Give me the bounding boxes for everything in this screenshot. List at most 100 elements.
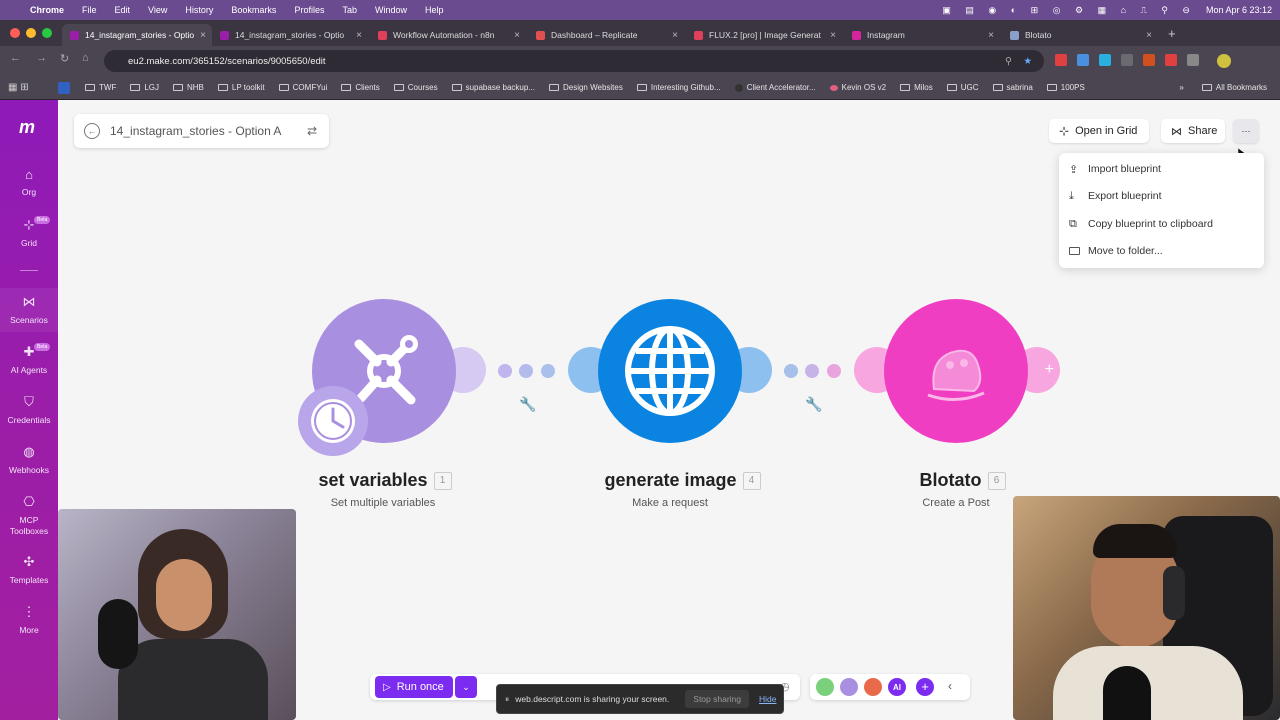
- connection-dot[interactable]: [827, 364, 841, 378]
- menu-item-move-to-folder[interactable]: Move to folder...: [1069, 241, 1163, 261]
- stop-sharing-button[interactable]: Stop sharing: [685, 690, 750, 708]
- close-window-icon[interactable]: [10, 28, 20, 38]
- add-tool-button[interactable]: +: [916, 678, 934, 696]
- maximize-window-icon[interactable]: [42, 28, 52, 38]
- schedule-clock-badge[interactable]: [298, 386, 368, 456]
- bookmark-link[interactable]: Client Accelerator...: [728, 83, 823, 92]
- menu-tab[interactable]: Tab: [333, 5, 366, 15]
- wrench-icon[interactable]: 🔧: [519, 396, 536, 413]
- bookmark-folder[interactable]: supabase backup...: [445, 83, 542, 92]
- make-bookmark-icon[interactable]: [58, 81, 70, 94]
- extension-icon[interactable]: [1099, 54, 1111, 66]
- zoom-icon[interactable]: ⚲: [1005, 56, 1012, 67]
- close-tab-icon[interactable]: ×: [356, 30, 362, 41]
- wrench-icon[interactable]: 🔧: [805, 396, 822, 413]
- home-icon[interactable]: ⌂: [82, 52, 89, 64]
- menu-profiles[interactable]: Profiles: [285, 5, 333, 15]
- back-icon[interactable]: ←: [10, 52, 21, 64]
- sidebar-item-webhooks[interactable]: ◍ Webhooks: [0, 444, 58, 475]
- sidebar-item-credentials[interactable]: ⛉ Credentials: [0, 394, 58, 425]
- menu-item-import-blueprint[interactable]: ⇪ Import blueprint: [1069, 159, 1161, 179]
- menu-edit[interactable]: Edit: [106, 5, 140, 15]
- sidebar-item-org[interactable]: ⌂ Org: [0, 167, 58, 197]
- close-tab-icon[interactable]: ×: [514, 30, 520, 41]
- connection-dot[interactable]: [519, 364, 533, 378]
- bookmark-folder[interactable]: TWF: [78, 83, 123, 92]
- collapse-toolbar-icon[interactable]: ‹: [948, 679, 952, 693]
- browser-tab[interactable]: Instagram ×: [844, 24, 1002, 46]
- hide-link[interactable]: Hide: [759, 694, 776, 704]
- browser-tab[interactable]: 14_instagram_stories - Optio ×: [212, 24, 370, 46]
- menu-chrome[interactable]: Chrome: [21, 5, 73, 15]
- run-options-dropdown[interactable]: ⌄: [455, 676, 477, 698]
- menu-window[interactable]: Window: [366, 5, 416, 15]
- all-bookmarks[interactable]: » All Bookmarks: [1172, 83, 1274, 92]
- router-tool-icon[interactable]: [864, 678, 882, 696]
- bookmark-folder[interactable]: Clients: [334, 83, 386, 92]
- run-once-button[interactable]: ▷ Run once: [375, 676, 453, 698]
- menu-view[interactable]: View: [139, 5, 176, 15]
- bookmark-folder[interactable]: Interesting Github...: [630, 83, 728, 92]
- puzzle-icon[interactable]: [1187, 54, 1199, 66]
- browser-tab[interactable]: Dashboard – Replicate ×: [528, 24, 686, 46]
- menu-help[interactable]: Help: [416, 5, 453, 15]
- open-in-grid-button[interactable]: ⊹ Open in Grid: [1049, 119, 1149, 143]
- extension-icon[interactable]: [1165, 54, 1177, 66]
- blotato-module[interactable]: [884, 299, 1028, 443]
- bookmark-star-icon[interactable]: ★: [1023, 56, 1032, 67]
- close-tab-icon[interactable]: ×: [988, 30, 994, 41]
- sidebar-item-templates[interactable]: ✣ Templates: [0, 554, 58, 585]
- browser-tab[interactable]: Blotato ×: [1002, 24, 1160, 46]
- bookmark-link[interactable]: Kevin OS v2: [823, 83, 893, 92]
- sidebar-item-ai-agents[interactable]: ✚ Beta AI Agents: [0, 343, 58, 375]
- bookmark-folder[interactable]: 100PS: [1040, 83, 1092, 92]
- http-module[interactable]: [598, 299, 742, 443]
- connection-dot[interactable]: [784, 364, 798, 378]
- bookmark-folder[interactable]: COMFYui: [272, 83, 335, 92]
- menu-file[interactable]: File: [73, 5, 106, 15]
- extension-icon[interactable]: [1143, 54, 1155, 66]
- close-tab-icon[interactable]: ×: [1146, 30, 1152, 41]
- url-bar[interactable]: eu2.make.com/365152/scenarios/9005650/ed…: [104, 50, 1044, 72]
- profile-avatar[interactable]: [1217, 54, 1231, 68]
- swap-icon[interactable]: ⇄: [307, 124, 317, 138]
- ai-tool-icon[interactable]: AI: [888, 678, 906, 696]
- bookmark-folder[interactable]: NHB: [166, 83, 211, 92]
- more-options-button[interactable]: ···: [1233, 119, 1259, 143]
- connection-dot[interactable]: [498, 364, 512, 378]
- bookmark-folder[interactable]: LP toolkit: [211, 83, 272, 92]
- menu-item-copy-blueprint[interactable]: ⧉ Copy blueprint to clipboard: [1069, 214, 1213, 234]
- menu-bookmarks[interactable]: Bookmarks: [222, 5, 285, 15]
- make-logo[interactable]: m: [19, 117, 35, 138]
- bookmark-folder[interactable]: LGJ: [123, 83, 166, 92]
- forward-icon[interactable]: →: [36, 52, 47, 64]
- sidebar-item-mcp-toolboxes[interactable]: ⎔ MCP Toolboxes: [0, 494, 58, 537]
- extension-icon[interactable]: [1055, 54, 1067, 66]
- app-tool-icon[interactable]: [816, 678, 834, 696]
- bookmark-folder[interactable]: Milos: [893, 83, 940, 92]
- extension-icon[interactable]: [1121, 54, 1133, 66]
- bookmark-folder[interactable]: Courses: [387, 83, 445, 92]
- scenario-title[interactable]: 14_instagram_stories - Option A: [110, 124, 281, 138]
- tools-tool-icon[interactable]: [840, 678, 858, 696]
- bookmark-folder[interactable]: Design Websites: [542, 83, 630, 92]
- menu-history[interactable]: History: [176, 5, 222, 15]
- minimize-window-icon[interactable]: [26, 28, 36, 38]
- bookmark-folder[interactable]: UGC: [940, 83, 986, 92]
- connection-dot[interactable]: [541, 364, 555, 378]
- share-button[interactable]: ⋈ Share: [1161, 119, 1225, 143]
- browser-tab[interactable]: 14_instagram_stories - Optio ×: [62, 24, 212, 46]
- sidebar-item-grid[interactable]: ⊹ Beta Grid: [0, 216, 58, 248]
- sidebar-item-more[interactable]: ⋮ More: [0, 604, 58, 635]
- connection-dot[interactable]: [805, 364, 819, 378]
- back-arrow-icon[interactable]: ←: [84, 123, 100, 139]
- close-tab-icon[interactable]: ×: [672, 30, 678, 41]
- sidebar-item-scenarios[interactable]: ⋈ Scenarios: [0, 294, 58, 325]
- new-tab-icon[interactable]: +: [1168, 26, 1176, 41]
- close-tab-icon[interactable]: ×: [830, 30, 836, 41]
- browser-tab[interactable]: FLUX.2 [pro] | Image Generat ×: [686, 24, 844, 46]
- apps-icon[interactable]: ▦ ⊞: [8, 82, 29, 93]
- menu-item-export-blueprint[interactable]: ⤓ Export blueprint: [1069, 186, 1162, 206]
- bookmark-folder[interactable]: sabrina: [986, 83, 1040, 92]
- browser-tab[interactable]: Workflow Automation - n8n ×: [370, 24, 528, 46]
